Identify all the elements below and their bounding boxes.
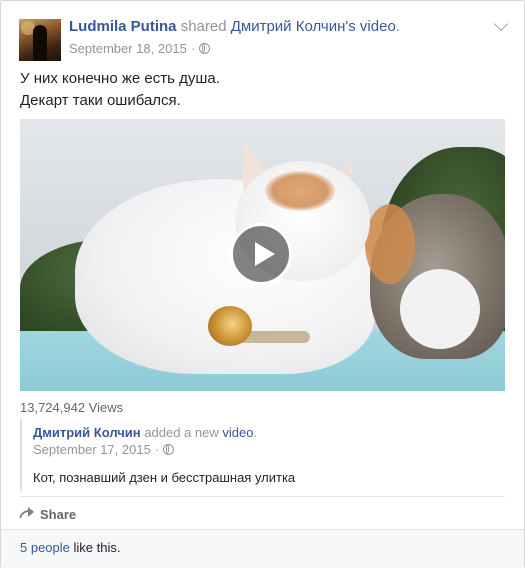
video-player[interactable]: [20, 119, 505, 391]
white-cat-spot: [265, 171, 335, 211]
play-icon[interactable]: [230, 223, 292, 285]
likes-text: 5 people like this.: [20, 540, 120, 555]
view-count: 13,724,942 Views: [20, 400, 124, 415]
globe-icon: [163, 444, 175, 455]
original-author-link[interactable]: Дмитрий Колчин's: [231, 18, 356, 35]
shared-post-date-link[interactable]: September 17, 2015: [33, 442, 151, 457]
shared-post-attachment: Дмитрий Колчин added a new video. Septem…: [20, 419, 505, 495]
shared-period: .: [253, 425, 258, 440]
shared-author-link[interactable]: Дмитрий Колчин: [33, 425, 141, 440]
shared-post-bar: [20, 419, 22, 491]
globe-icon[interactable]: [199, 43, 211, 54]
author-avatar[interactable]: [19, 19, 61, 61]
actions-divider: [20, 496, 505, 497]
share-icon: [20, 507, 34, 521]
shared-post-header: Дмитрий Колчин added a new video.: [33, 425, 257, 440]
video-link[interactable]: video: [360, 18, 396, 35]
chevron-down-icon[interactable]: [493, 16, 509, 32]
post-text-line-2: Декарт таки ошибался.: [20, 92, 181, 109]
post-date-link[interactable]: September 18, 2015: [69, 41, 187, 56]
post-header: Ludmila Putina shared Дмитрий Колчин's v…: [69, 18, 400, 35]
likes-count-link[interactable]: 5 people: [20, 540, 70, 555]
likes-suffix: like this.: [69, 540, 121, 555]
feed-post-card: Ludmila Putina shared Дмитрий Колчин's v…: [0, 0, 525, 568]
post-meta: September 18, 2015 ·: [69, 41, 211, 56]
shared-post-meta: September 17, 2015 ·: [33, 442, 175, 457]
shared-word: shared: [180, 18, 227, 35]
shared-video-link[interactable]: video: [222, 425, 253, 440]
snail-shell: [208, 306, 252, 346]
shared-action-text: added a new: [144, 425, 219, 440]
calico-cat-chest: [400, 269, 480, 349]
shared-meta-separator: ·: [154, 442, 160, 457]
post-text-line-1: У них конечно же есть душа.: [20, 70, 220, 87]
share-label: Share: [40, 506, 77, 522]
author-name-link[interactable]: Ludmila Putina: [69, 18, 177, 35]
likes-summary: 5 people like this.: [1, 529, 524, 568]
share-button[interactable]: Share: [20, 504, 76, 524]
avatar-figure: [33, 25, 47, 61]
shared-post-description: Кот, познавший дзен и бесстрашная улитка: [33, 470, 296, 485]
calico-cat-patch: [365, 204, 415, 284]
post-message: У них конечно же есть душа. Декарт таки …: [20, 68, 220, 112]
meta-separator: ·: [190, 41, 196, 56]
header-period: .: [395, 18, 400, 35]
